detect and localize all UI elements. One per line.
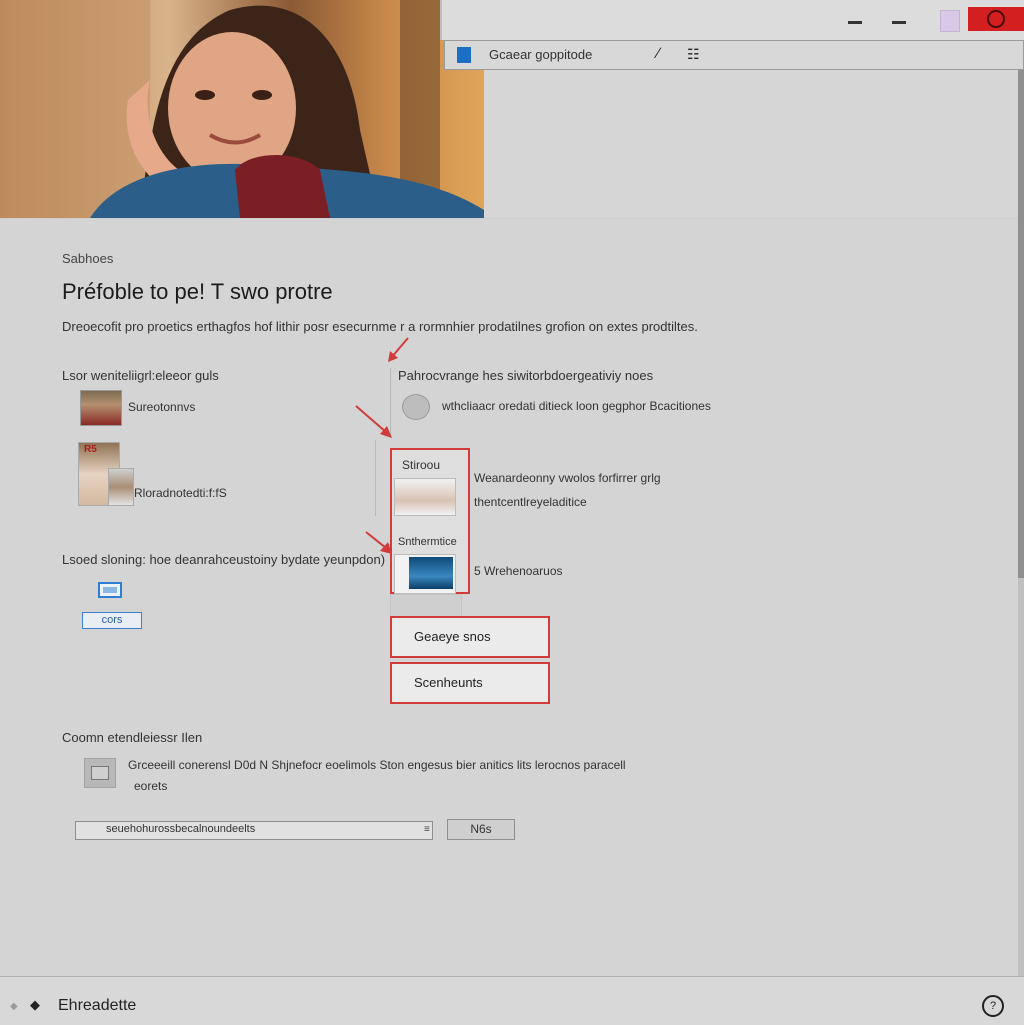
bottom-input[interactable]: seuehohurossbecalnoundeelts ≡ (75, 821, 433, 840)
geaeye-button[interactable]: Geaeye snos (390, 616, 550, 658)
status-bar: ◆ ◆ Ehreadette ? (0, 976, 1024, 1025)
thumbnail-image[interactable] (409, 557, 453, 589)
item-label[interactable]: Rloradnotedti:f:fS (134, 486, 227, 500)
bottom-desc: eorets (134, 779, 168, 793)
window-titlebar (440, 0, 1024, 40)
hero-photo (0, 0, 484, 218)
box-link[interactable]: 5 Wrehenoaruos (474, 564, 563, 578)
status-text: Ehreadette (58, 997, 137, 1014)
annotation-arrow-icon (365, 531, 392, 554)
address-bar[interactable]: Gcaear goppitode ∕ ☷ (444, 40, 1024, 70)
input-value: seuehohurossbecalnoundeelts (106, 823, 256, 835)
help-icon[interactable]: ? (982, 995, 1004, 1017)
group-thumbnail[interactable]: R5 (78, 442, 136, 506)
address-text: Gcaear goppitode (489, 47, 593, 62)
divider (375, 440, 376, 516)
left-section-label: Lsoed sloning: hoe deanrahceustoiny byda… (62, 552, 386, 567)
maximize-button[interactable] (887, 12, 913, 30)
app-icon (457, 47, 471, 63)
portrait-image (0, 0, 484, 218)
breadcrumb[interactable]: Sabhoes (62, 251, 113, 266)
minimize-button[interactable] (843, 12, 869, 30)
thumbnail-face (108, 468, 134, 506)
pen-icon[interactable]: ∕ (657, 45, 660, 62)
selected-thumbnails-box[interactable]: Stiroou Snthermtice (390, 448, 470, 594)
row-text: wthcliaacr oredati ditieck loon gegphor … (442, 399, 711, 413)
page-title: Préfoble to pe! T swo protre (62, 279, 333, 304)
restore-button[interactable] (940, 10, 960, 32)
left-section-label: Lsor weniteliigrl:eleeor guls (62, 368, 219, 383)
item-thumbnail[interactable] (80, 390, 122, 426)
box-label: Stiroou (402, 458, 441, 472)
thumbnail-badge: R5 (84, 444, 97, 455)
annotation-arrow-icon (355, 405, 392, 438)
n6s-button[interactable]: N6s (447, 819, 515, 840)
bottom-desc: Grceeeill conerensl D0d N Shjnefocr eoel… (128, 758, 626, 772)
close-icon (987, 10, 1005, 28)
grid-icon[interactable]: ☷ (687, 46, 700, 63)
window-icon[interactable] (98, 582, 122, 598)
right-section-label: Pahrocvrange hes siwitorbdoergeativiy no… (398, 368, 654, 383)
scrollbar-thumb[interactable] (1018, 70, 1024, 578)
cors-button[interactable]: cors (82, 612, 142, 629)
page-description: Dreoecofit pro proetics erthagfos hof li… (62, 319, 698, 334)
dot-icon: ◆ (10, 1001, 18, 1012)
clear-icon[interactable]: ≡ (424, 824, 430, 835)
annotation-arrow-icon (388, 337, 409, 362)
scenheunts-button[interactable]: Scenheunts (390, 662, 550, 704)
item-label[interactable]: Sureotonnvs (128, 400, 195, 414)
bottom-section-label: Coomn etendleiessr Ilen (62, 730, 203, 745)
box-text: thentcentlreyeladitice (474, 495, 587, 509)
document-icon (84, 758, 116, 788)
diamond-icon[interactable]: ◆ (30, 997, 40, 1013)
box-footer (390, 594, 462, 618)
avatar-icon (402, 394, 430, 420)
thumbnail-image[interactable] (394, 478, 456, 516)
box-text: Weanardeonny vwolos forfirrer grlg (474, 471, 661, 485)
box-label: Snthermtice (398, 536, 457, 548)
close-button[interactable] (968, 7, 1024, 31)
